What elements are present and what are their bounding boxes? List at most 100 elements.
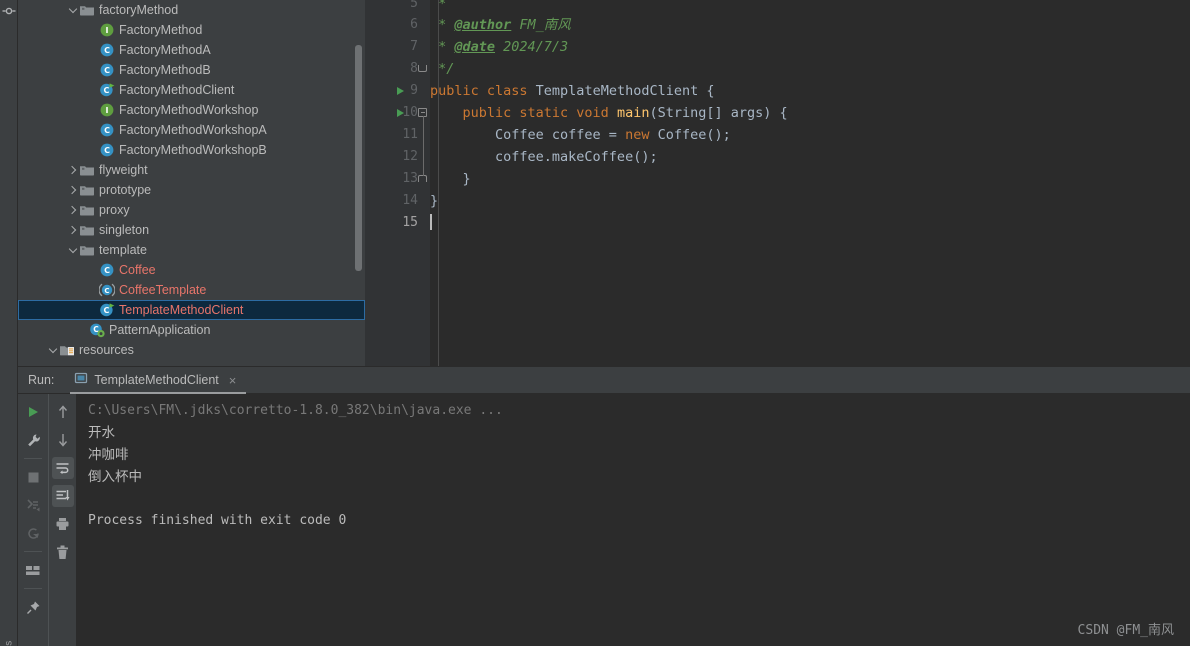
bookmarks-tool-label[interactable]: rks <box>4 619 15 646</box>
line-number: 5 <box>410 0 418 11</box>
folder-icon <box>79 162 95 178</box>
editor-code-area[interactable]: * * @author FM_南风 * @date 2024/7/3 */ pub… <box>430 0 1190 366</box>
run-gutter-icon[interactable] <box>395 80 407 102</box>
interface-icon: I <box>99 102 115 118</box>
code-token-pln: } <box>430 193 439 209</box>
run-tab-label: TemplateMethodClient <box>94 373 219 387</box>
tree-row[interactable]: C FactoryMethodB <box>18 60 365 80</box>
tree-row[interactable]: C FactoryMethodClient <box>18 80 365 100</box>
run-gutter-icon[interactable] <box>395 102 407 124</box>
stop-button[interactable] <box>22 466 44 488</box>
code-editor[interactable]: 5 6 7 8 9 10 11 12 13 14 15 * * @author FM_南风 * @d… <box>365 0 1190 366</box>
tree-row[interactable]: prototype <box>18 180 365 200</box>
project-tree[interactable]: factoryMethod I FactoryMethod C FactoryMet… <box>18 0 365 366</box>
tree-row-label: FactoryMethodWorkshopB <box>119 143 267 157</box>
folder-icon <box>79 242 95 258</box>
tree-row[interactable]: singleton <box>18 220 365 240</box>
tree-row[interactable]: C FactoryMethodWorkshopA <box>18 120 365 140</box>
rerun-button[interactable] <box>22 401 44 423</box>
tree-row[interactable]: proxy <box>18 200 365 220</box>
line-number: 15 <box>402 215 418 230</box>
chevron-down-icon[interactable] <box>68 245 79 256</box>
code-token-cmt: * <box>430 39 455 55</box>
gutter-row: 12 <box>365 146 430 168</box>
console-line: 冲咖啡 <box>88 447 129 463</box>
trash-icon[interactable] <box>52 541 74 563</box>
tree-row-label: FactoryMethodWorkshopA <box>119 123 267 137</box>
locate-icon[interactable] <box>2 4 16 18</box>
tree-row-label: FactoryMethodB <box>119 63 211 77</box>
console-output[interactable]: C:\Users\FM\.jdks\corretto-1.8.0_382\bin… <box>76 394 1190 646</box>
code-fold-marker[interactable] <box>417 168 429 190</box>
console-line: 开水 <box>88 425 115 441</box>
line-number: 7 <box>410 39 418 54</box>
code-fold-marker[interactable] <box>417 124 429 146</box>
tree-row[interactable]: factoryMethod <box>18 0 365 20</box>
line-number: 14 <box>402 193 418 208</box>
code-fold-marker[interactable] <box>417 102 429 124</box>
chevron-down-icon[interactable] <box>48 345 59 356</box>
folder-icon <box>79 182 95 198</box>
tree-row[interactable]: C Coffee <box>18 260 365 280</box>
code-line: coffee.makeCoffee(); <box>430 146 1190 168</box>
restart-button[interactable] <box>22 522 44 544</box>
code-token-cmt: * <box>430 17 455 33</box>
code-token-cmt: */ <box>430 61 455 77</box>
code-fold-marker[interactable] <box>417 58 429 80</box>
rerun-failed-button[interactable] <box>22 494 44 516</box>
tree-row[interactable]: C TemplateMethodClient <box>18 300 365 320</box>
runnable-class-icon: C <box>99 302 115 318</box>
scroll-to-end-button[interactable] <box>51 485 74 507</box>
console-line: C:\Users\FM\.jdks\corretto-1.8.0_382\bin… <box>88 403 503 418</box>
code-fold-marker[interactable] <box>417 146 429 168</box>
folder-icon <box>79 202 95 218</box>
run-body: C:\Users\FM\.jdks\corretto-1.8.0_382\bin… <box>18 394 1190 646</box>
tree-row[interactable]: resources <box>18 340 365 360</box>
code-token-cls: TemplateMethodClient <box>535 83 707 99</box>
svg-text:C: C <box>104 66 110 75</box>
code-line: public static void main(String[] args) { <box>430 102 1190 124</box>
soft-wrap-button[interactable] <box>51 457 74 479</box>
editor-gutter[interactable]: 5 6 7 8 9 10 11 12 13 14 15 <box>365 0 430 366</box>
tree-row-label: CoffeeTemplate <box>119 283 207 297</box>
code-line: * @date 2024/7/3 <box>430 36 1190 58</box>
svg-text:C: C <box>104 146 110 155</box>
chevron-right-icon[interactable] <box>68 225 79 236</box>
chevron-right-icon[interactable] <box>68 165 79 176</box>
tree-row-label: Coffee <box>119 263 156 277</box>
tree-row[interactable]: template <box>18 240 365 260</box>
layout-button[interactable] <box>22 559 44 581</box>
scroll-down-button[interactable] <box>52 429 74 451</box>
tree-row[interactable]: C CoffeeTemplate <box>18 280 365 300</box>
gutter-row: 10 <box>365 102 430 124</box>
code-line: } <box>430 190 1190 212</box>
tree-row[interactable]: I FactoryMethodWorkshop <box>18 100 365 120</box>
chevron-right-icon[interactable] <box>68 185 79 196</box>
scroll-up-button[interactable] <box>52 401 74 423</box>
tree-row[interactable]: flyweight <box>18 160 365 180</box>
tree-row[interactable]: C FactoryMethodA <box>18 40 365 60</box>
chevron-down-icon[interactable] <box>68 5 79 16</box>
print-button[interactable] <box>52 513 74 535</box>
close-icon[interactable]: × <box>229 373 237 388</box>
project-tree-scrollbar[interactable] <box>355 45 362 271</box>
watermark: CSDN @FM_南风 <box>1077 623 1174 638</box>
code-token-mth: main <box>616 105 650 121</box>
tree-row[interactable]: C FactoryMethodWorkshopB <box>18 140 365 160</box>
tree-row-label: resources <box>79 343 134 357</box>
tree-twisty-none <box>88 105 99 116</box>
code-token-kw: public class <box>430 83 536 99</box>
pin-icon[interactable] <box>22 596 44 618</box>
run-tab-templatemethodclient[interactable]: TemplateMethodClient × <box>70 367 247 394</box>
class-icon: C <box>99 122 115 138</box>
tree-row[interactable]: C PatternApplication <box>18 320 365 340</box>
class-icon: C <box>99 142 115 158</box>
runnable-class-icon: C <box>99 82 115 98</box>
edit-configuration-button[interactable] <box>22 429 44 451</box>
run-tab-bar: Run: TemplateMethodClient × <box>18 367 1190 394</box>
chevron-right-icon[interactable] <box>68 205 79 216</box>
tree-row[interactable]: I FactoryMethod <box>18 20 365 40</box>
console-line: 倒入杯中 <box>88 469 142 485</box>
gutter-row: 14 <box>365 190 430 212</box>
line-number: 6 <box>410 17 418 32</box>
